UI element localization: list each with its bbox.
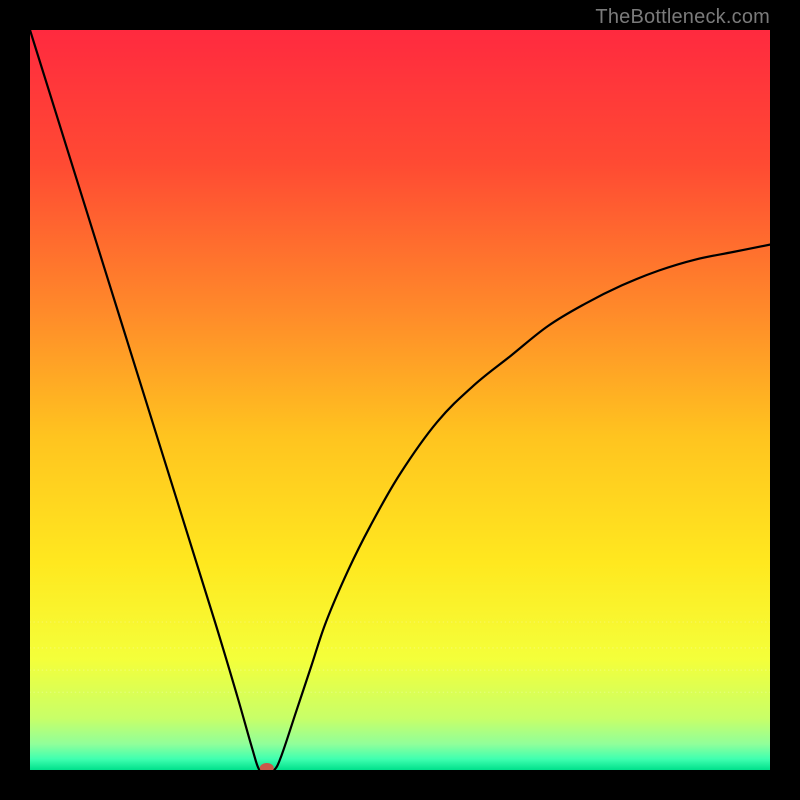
chart-frame: TheBottleneck.com	[0, 0, 800, 800]
watermark-text: TheBottleneck.com	[595, 6, 770, 29]
chart-background	[30, 30, 770, 770]
chart-svg	[30, 30, 770, 770]
plot-area	[30, 30, 770, 770]
